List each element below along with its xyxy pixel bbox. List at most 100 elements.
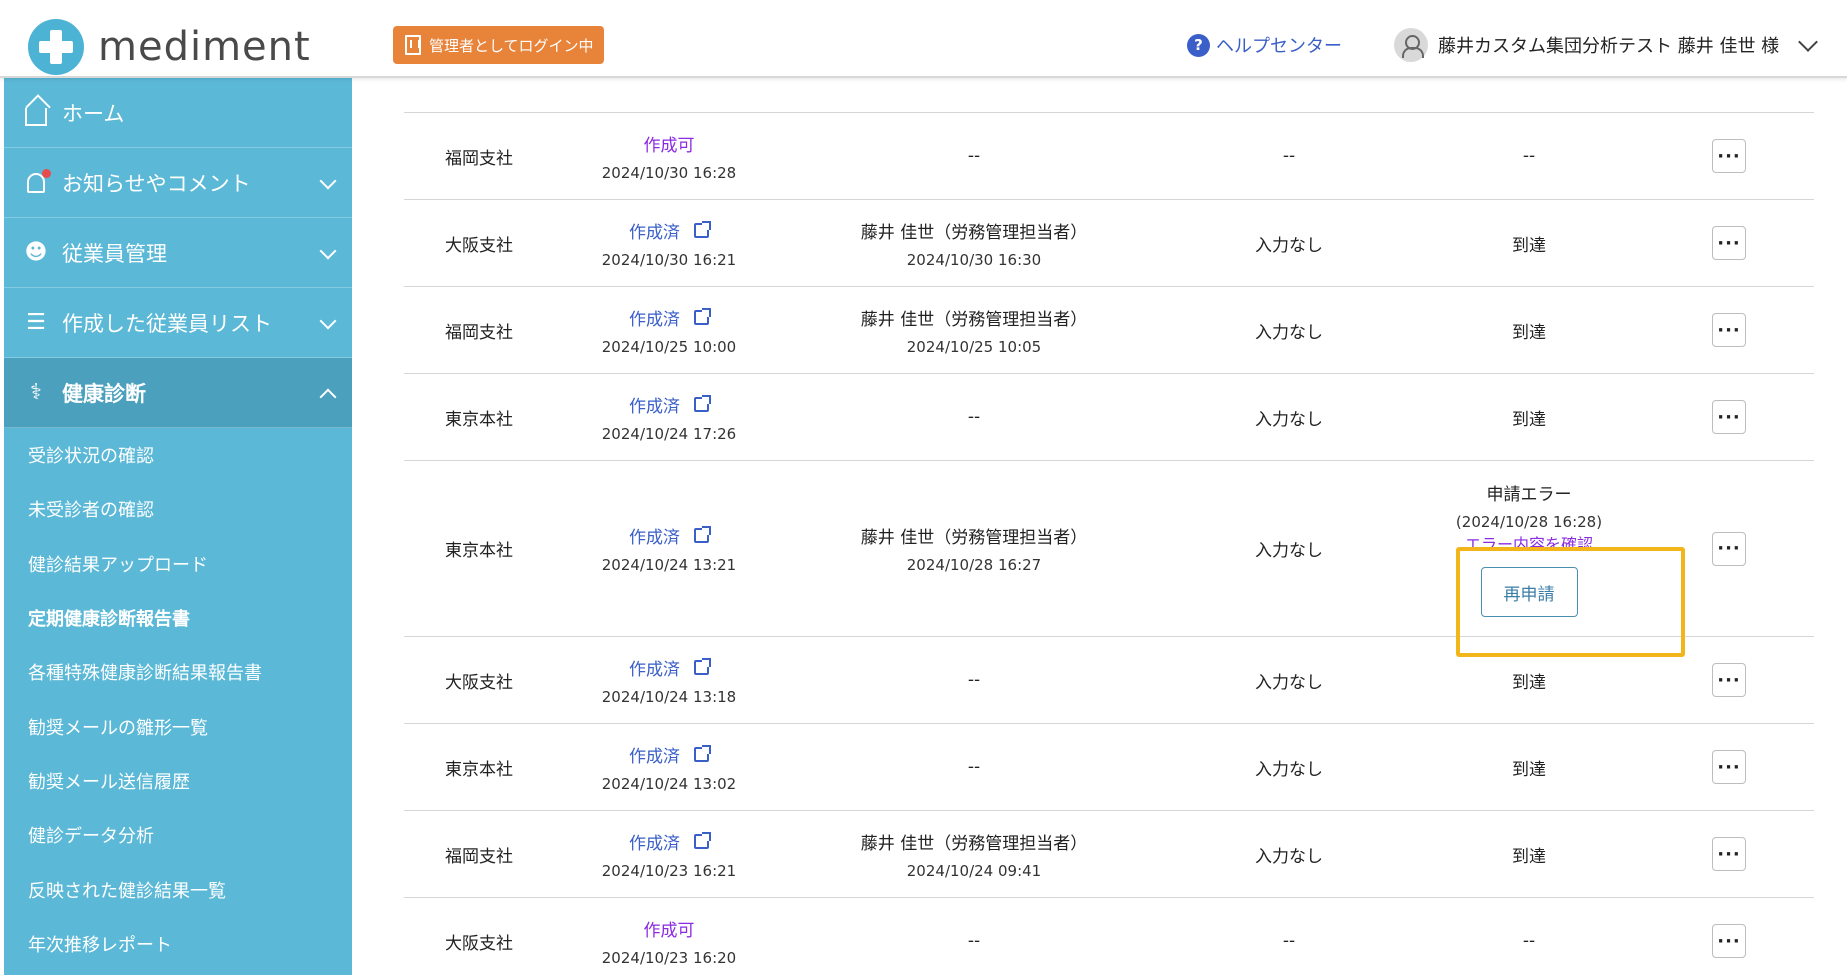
person-name: 藤井 佳世（労務管理担当者） xyxy=(860,222,1088,243)
create-link[interactable]: 作成済 xyxy=(629,392,711,417)
help-center-label: ヘルプセンター xyxy=(1216,36,1342,57)
create-link[interactable]: 作成済 xyxy=(629,523,711,548)
create-date: 2024/10/24 13:21 xyxy=(601,556,737,574)
sidebar-item-home[interactable]: ホーム xyxy=(4,78,352,148)
chevron-down-icon xyxy=(1798,32,1819,52)
submenu-annual-report[interactable]: 年次推移レポート xyxy=(4,917,352,971)
person-cell: -- xyxy=(967,146,981,166)
chevron-down-icon xyxy=(319,242,337,260)
branch-cell: 東京本社 xyxy=(445,409,513,430)
create-cell: 作成済 2024/10/25 10:00 xyxy=(554,287,784,373)
more-options-button[interactable]: ··· xyxy=(1712,313,1746,347)
sidebar-item-notices[interactable]: お知らせやコメント xyxy=(4,148,352,218)
input-cell: 入力なし xyxy=(1255,759,1323,780)
chevron-down-icon xyxy=(319,312,337,330)
create-cell: 作成済 2024/10/30 16:21 xyxy=(554,200,784,286)
external-link-icon xyxy=(694,526,711,543)
logo[interactable]: mediment xyxy=(28,19,311,75)
sidebar-item-health-checkup[interactable]: ⚕ 健康診断 xyxy=(4,358,352,428)
error-detail-link[interactable]: エラー内容を確認 xyxy=(1465,535,1593,547)
create-date: 2024/10/24 13:18 xyxy=(601,687,737,706)
more-options-button[interactable]: ··· xyxy=(1712,837,1746,871)
person-cell: 藤井 佳世（労務管理担当者） 2024/10/24 09:41 xyxy=(784,811,1164,897)
submenu-special-report[interactable]: 各種特殊健康診断結果報告書 xyxy=(4,645,352,699)
more-options-button[interactable]: ··· xyxy=(1712,750,1746,784)
submenu-result-upload[interactable]: 健診結果アップロード xyxy=(4,537,352,591)
person-cell: 藤井 佳世（労務管理担当者） 2024/10/25 10:05 xyxy=(784,287,1164,373)
more-cell: ··· xyxy=(1644,200,1814,286)
status-cell: 申請エラー (2024/10/28 16:28) エラー内容を確認 再申請 xyxy=(1414,461,1644,636)
admin-login-badge: 管理者としてログイン中 xyxy=(393,26,604,64)
create-date: 2024/10/23 16:21 xyxy=(601,861,737,880)
report-table: 福岡支社 作成可 2024/10/30 16:28 -- -- -- ··· 大… xyxy=(352,78,1847,975)
submenu-data-analysis[interactable]: 健診データ分析 xyxy=(4,808,352,862)
table-row: 福岡支社 作成可 2024/10/30 16:28 -- -- -- ··· xyxy=(404,112,1814,199)
top-header: mediment 管理者としてログイン中 ? ヘルプセンター 藤井カスタム集団分… xyxy=(0,0,1847,78)
status-cell: 到達 xyxy=(1512,235,1546,256)
person-name: 藤井 佳世（労務管理担当者） xyxy=(860,528,1088,548)
more-options-button[interactable]: ··· xyxy=(1712,139,1746,173)
create-cell: 作成済 2024/10/24 13:21 xyxy=(554,461,784,636)
input-cell: 入力なし xyxy=(1255,322,1323,343)
user-menu[interactable]: 藤井カスタム集団分析テスト 藤井 佳世 様 xyxy=(1394,28,1819,62)
create-link[interactable]: 作成済 xyxy=(629,218,711,243)
more-options-button[interactable]: ··· xyxy=(1712,400,1746,434)
person-cell: -- xyxy=(967,407,981,427)
chevron-down-icon xyxy=(319,172,337,190)
home-icon xyxy=(22,99,50,127)
create-cell: 作成済 2024/10/23 16:21 xyxy=(554,811,784,897)
help-center-link[interactable]: ? ヘルプセンター xyxy=(1187,32,1342,58)
more-options-button[interactable]: ··· xyxy=(1712,531,1746,566)
person-cell: -- xyxy=(967,670,981,690)
sidebar-item-employee-lists[interactable]: ☰ 作成した従業員リスト xyxy=(4,288,352,358)
sidebar-item-employees[interactable]: ☻ 従業員管理 xyxy=(4,218,352,288)
more-cell: ··· xyxy=(1644,461,1814,636)
more-options-button[interactable]: ··· xyxy=(1712,663,1746,697)
branch-cell: 福岡支社 xyxy=(445,148,513,169)
person-date: 2024/10/25 10:05 xyxy=(906,337,1042,356)
stethoscope-icon: ⚕ xyxy=(30,380,42,405)
status-cell: -- xyxy=(1522,146,1536,166)
create-date: 2024/10/23 16:20 xyxy=(601,948,737,967)
create-link[interactable]: 作成可 xyxy=(644,131,695,156)
table-row: 大阪支社 作成済 2024/10/24 13:18 -- 入力なし 到達 ··· xyxy=(404,636,1814,723)
external-link-icon xyxy=(694,220,711,238)
more-cell: ··· xyxy=(1644,113,1814,199)
create-link[interactable]: 作成済 xyxy=(629,305,711,330)
sidebar-item-label: 作成した従業員リスト xyxy=(62,311,272,336)
branch-cell: 福岡支社 xyxy=(445,846,513,867)
submenu-mail-history[interactable]: 勧奨メール送信履歴 xyxy=(4,754,352,808)
submenu-unexamined[interactable]: 未受診者の確認 xyxy=(4,482,352,536)
submenu-reflected-results[interactable]: 反映された健診結果一覧 xyxy=(4,862,352,916)
create-cell: 作成済 2024/10/24 13:02 xyxy=(554,724,784,810)
create-link[interactable]: 作成可 xyxy=(644,916,695,941)
admin-badge-label: 管理者としてログイン中 xyxy=(429,36,594,55)
create-link[interactable]: 作成済 xyxy=(629,742,711,767)
create-date: 2024/10/24 17:26 xyxy=(601,424,737,443)
bell-icon xyxy=(22,168,51,197)
input-cell: -- xyxy=(1282,146,1296,166)
create-link[interactable]: 作成済 xyxy=(629,655,711,680)
status-cell: 到達 xyxy=(1512,672,1546,693)
status-cell: -- xyxy=(1522,931,1536,951)
health-checkup-submenu: 受診状況の確認 未受診者の確認 健診結果アップロード 定期健康診断報告書 各種特… xyxy=(4,428,352,971)
person-cell: -- xyxy=(967,757,981,777)
create-link[interactable]: 作成済 xyxy=(629,829,711,854)
submenu-periodic-report[interactable]: 定期健康診断報告書 xyxy=(4,591,352,645)
submenu-mail-templates[interactable]: 勧奨メールの雛形一覧 xyxy=(4,699,352,753)
sidebar-item-label: ホーム xyxy=(62,101,125,126)
submenu-checkup-status[interactable]: 受診状況の確認 xyxy=(4,428,352,482)
reapply-button[interactable]: 再申請 xyxy=(1480,567,1578,617)
more-cell: ··· xyxy=(1644,637,1814,723)
more-options-button[interactable]: ··· xyxy=(1712,226,1746,260)
chevron-up-icon xyxy=(319,388,337,406)
table-row: 東京本社 作成済 2024/10/24 13:21 藤井 佳世（労務管理担当者）… xyxy=(404,460,1814,636)
external-link-icon xyxy=(694,744,711,762)
person-date: 2024/10/24 09:41 xyxy=(906,861,1042,880)
external-link-icon xyxy=(694,307,711,325)
input-cell: 入力なし xyxy=(1255,235,1323,256)
more-options-button[interactable]: ··· xyxy=(1712,924,1746,958)
table-row: 福岡支社 作成済 2024/10/23 16:21 藤井 佳世（労務管理担当者）… xyxy=(404,810,1814,897)
branch-cell: 大阪支社 xyxy=(445,672,513,693)
sidebar-item-label: 従業員管理 xyxy=(62,241,167,266)
